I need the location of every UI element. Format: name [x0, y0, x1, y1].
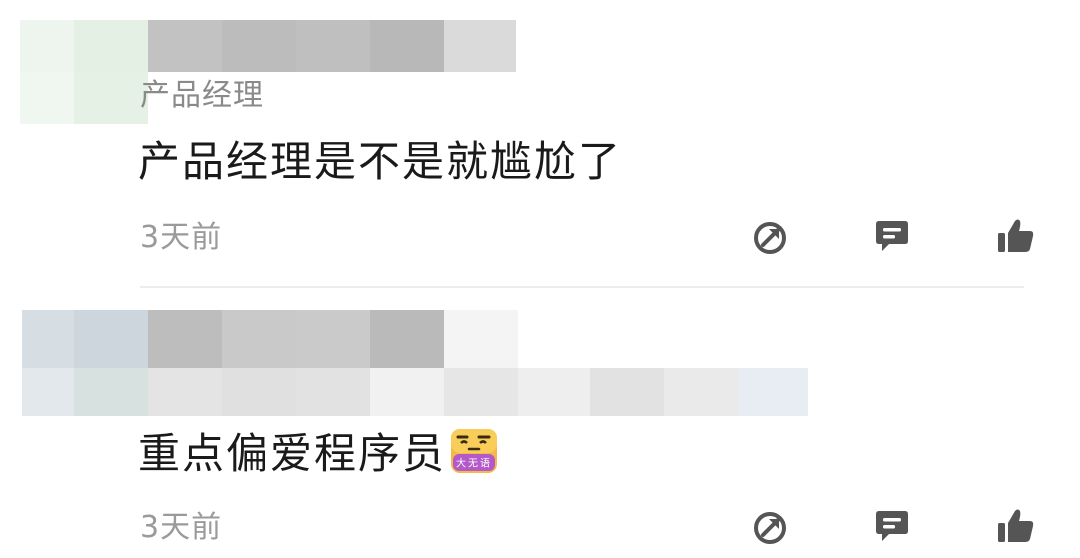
like-button[interactable] — [996, 506, 1036, 546]
username-blurred[interactable] — [148, 20, 516, 72]
reply-icon — [876, 221, 908, 251]
username-blurred[interactable] — [148, 310, 590, 368]
avatar[interactable] — [20, 20, 148, 124]
reply-button[interactable] — [872, 506, 912, 546]
share-icon — [754, 222, 786, 254]
like-icon — [998, 509, 1034, 542]
user-info-blurred — [148, 368, 808, 416]
comment-text: 重点偏爱程序员 大无语 — [138, 428, 498, 480]
share-icon — [754, 512, 786, 544]
avatar[interactable] — [22, 310, 148, 416]
comment-time: 3天前 — [140, 510, 223, 545]
reply-button[interactable] — [872, 216, 912, 256]
comment-text-content: 重点偏爱程序员 — [138, 429, 447, 478]
share-button[interactable] — [750, 218, 790, 258]
share-button[interactable] — [750, 508, 790, 548]
emoji-label: 大无语 — [456, 457, 492, 470]
comment-time: 3天前 — [140, 220, 223, 255]
reply-icon — [876, 511, 908, 541]
author-tag: 产品经理 — [140, 78, 264, 113]
like-button[interactable] — [996, 216, 1036, 256]
like-icon — [998, 219, 1034, 252]
speechless-emoji: 大无语 — [451, 429, 498, 473]
divider — [140, 286, 1024, 288]
comment-text: 产品经理是不是就尴尬了 — [138, 137, 623, 186]
